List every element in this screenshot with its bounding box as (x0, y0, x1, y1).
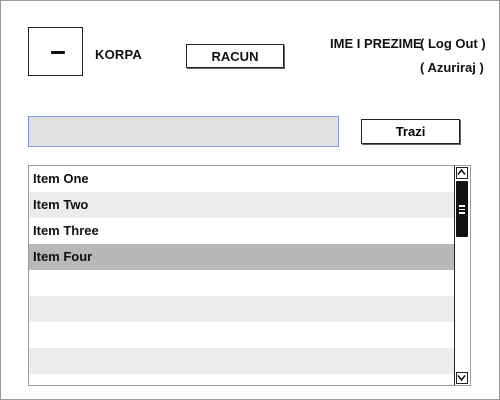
item-list: Item One Item Two Item Three Item Four (28, 165, 471, 386)
list-item[interactable]: Item Two (29, 192, 454, 218)
list-item[interactable]: Item Three (29, 218, 454, 244)
chevron-down-icon[interactable] (456, 372, 468, 384)
cart-icon[interactable] (28, 27, 83, 76)
cart-label[interactable]: KORPA (95, 47, 142, 62)
logout-link[interactable]: ( Log Out ) (420, 36, 486, 51)
cart-icon-mark (51, 51, 65, 54)
search-input[interactable] (28, 116, 339, 147)
scroll-thumb[interactable] (456, 181, 468, 237)
list-item[interactable] (29, 348, 454, 374)
search-button[interactable]: Trazi (361, 119, 460, 144)
update-profile-link[interactable]: ( Azuriraj ) (420, 60, 484, 75)
list-rows: Item One Item Two Item Three Item Four (29, 166, 454, 385)
list-item[interactable] (29, 322, 454, 348)
list-item[interactable] (29, 270, 454, 296)
list-item[interactable]: Item Four (29, 244, 454, 270)
user-name: IME I PREZIME (330, 36, 422, 51)
grip-lines-icon (459, 205, 465, 215)
chevron-up-icon[interactable] (456, 167, 468, 179)
account-button[interactable]: RACUN (186, 44, 284, 68)
list-scrollbar[interactable] (454, 166, 470, 385)
list-item[interactable] (29, 374, 454, 385)
list-item[interactable] (29, 296, 454, 322)
list-item[interactable]: Item One (29, 166, 454, 192)
app-window: KORPA RACUN IME I PREZIME ( Log Out ) ( … (0, 0, 500, 400)
